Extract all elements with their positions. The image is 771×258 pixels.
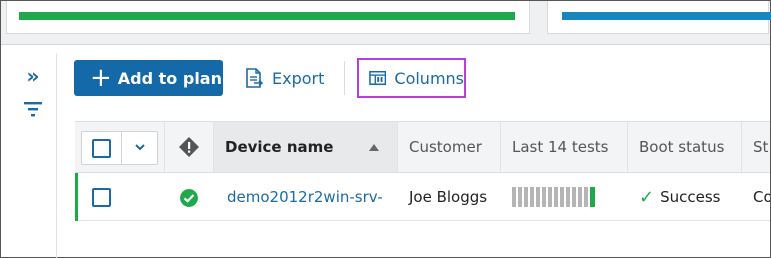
status-value: Co (753, 188, 770, 206)
summary-card-1[interactable] (6, 1, 530, 34)
device-name-cell[interactable]: demo2012r2win-srv- (216, 173, 396, 221)
row-status-accent (75, 173, 78, 221)
last-tests-column-header[interactable]: Last 14 tests (501, 122, 628, 172)
columns-button[interactable]: Columns (357, 58, 466, 98)
device-name-column-header[interactable]: Device name (214, 122, 398, 172)
status-cell: Co (742, 173, 770, 221)
summary-bar-green (19, 12, 515, 20)
test-result-tick (548, 187, 552, 207)
plus-icon: + (90, 63, 112, 93)
export-button[interactable]: Export (245, 63, 324, 93)
bulk-select-divider (121, 132, 122, 164)
export-label: Export (272, 68, 325, 88)
status-header-label: St (753, 138, 769, 156)
add-to-plan-button[interactable]: + Add to plan (74, 60, 223, 96)
filter-icon[interactable] (21, 97, 45, 121)
test-result-tick (554, 187, 558, 207)
test-result-tick (536, 187, 540, 207)
test-result-tick (560, 187, 564, 207)
expand-icon[interactable]: » (21, 65, 45, 89)
summary-card-2[interactable] (547, 1, 771, 34)
test-result-tick (518, 187, 522, 207)
columns-icon (369, 70, 387, 86)
boot-status-header-label: Boot status (639, 138, 725, 156)
boot-status-column-header[interactable]: Boot status (628, 122, 742, 172)
toolbar-divider (344, 61, 345, 95)
alert-column-header[interactable] (165, 122, 214, 172)
bulk-select (81, 131, 158, 165)
status-column-header[interactable]: St (742, 122, 770, 172)
device-name-header-label: Device name (225, 138, 334, 156)
check-icon: ✓ (639, 186, 655, 208)
select-column-header (75, 122, 165, 172)
test-result-tick (566, 187, 570, 207)
test-result-tick (590, 187, 595, 207)
add-to-plan-label: Add to plan (117, 68, 222, 88)
test-result-tick (572, 187, 576, 207)
boot-status-cell: ✓ Success (628, 173, 742, 221)
customer-header-label: Customer (409, 138, 482, 156)
test-result-tick (512, 187, 516, 207)
success-icon (180, 189, 198, 207)
test-result-tick (530, 187, 534, 207)
warning-icon (179, 137, 199, 157)
test-result-tick (524, 187, 528, 207)
device-name-link[interactable]: demo2012r2win-srv- (227, 188, 383, 206)
boot-status-value: Success (660, 188, 721, 206)
columns-label: Columns (394, 68, 464, 88)
chevron-down-icon[interactable] (134, 141, 146, 153)
row-checkbox[interactable] (92, 188, 111, 207)
sort-asc-icon (369, 144, 379, 151)
table-row[interactable]: demo2012r2win-srv- Joe Bloggs ✓ Success … (75, 173, 770, 221)
customer-value: Joe Bloggs (409, 188, 488, 206)
table-header: Device name Customer Last 14 tests Boot … (75, 121, 770, 173)
summary-bar-blue (562, 12, 771, 20)
export-icon (246, 68, 263, 88)
customer-cell: Joe Bloggs (398, 173, 501, 221)
test-result-tick (584, 187, 588, 207)
last-tests-header-label: Last 14 tests (512, 138, 609, 156)
summary-cards (1, 1, 771, 45)
test-result-tick (578, 187, 582, 207)
select-all-checkbox[interactable] (92, 139, 111, 158)
customer-column-header[interactable]: Customer (398, 122, 501, 172)
test-result-tick (542, 187, 546, 207)
filter-rail: » (7, 53, 57, 258)
last-tests-strip[interactable] (512, 187, 595, 207)
